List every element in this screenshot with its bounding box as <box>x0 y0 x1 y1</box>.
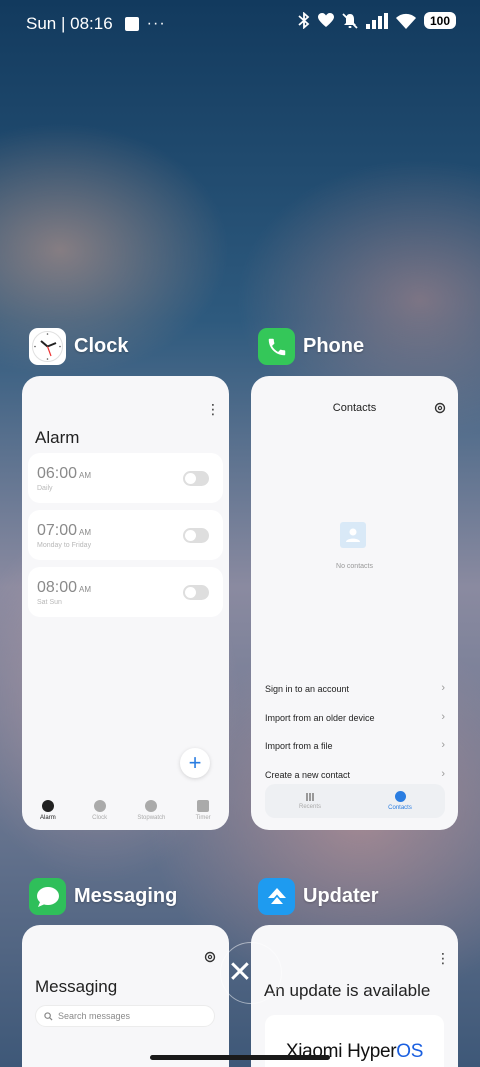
signal-icon <box>366 12 388 29</box>
wifi-icon <box>396 13 416 29</box>
updater-app-label[interactable]: Updater <box>258 878 379 915</box>
more-notifications-icon: ··· <box>146 15 166 32</box>
messaging-app-card[interactable]: Messaging Search messages <box>22 925 229 1067</box>
dialpad-icon <box>306 792 314 801</box>
mute-bell-icon <box>342 12 358 29</box>
chevron-right-icon: › <box>441 711 445 723</box>
timer-icon <box>197 800 210 812</box>
heart-icon <box>318 13 334 27</box>
alarm-item: 06:00 AM Daily <box>28 453 223 503</box>
status-bar: Sun | 08:16 ··· 100 <box>0 0 480 46</box>
nav-contacts: Contacts <box>355 784 445 818</box>
home-indicator[interactable] <box>150 1055 330 1060</box>
update-available-title: An update is available <box>264 981 431 1000</box>
updater-app-card[interactable]: ⋮ An update is available Xiaomi HyperOS <box>251 925 458 1067</box>
messaging-app-name: Messaging <box>74 885 178 907</box>
chevron-right-icon: › <box>441 768 445 780</box>
alarm-item: 07:00 AM Monday to Friday <box>28 510 223 560</box>
search-icon <box>44 1011 53 1021</box>
alarm-repeat: Daily <box>37 485 53 492</box>
contacts-screen-title: Contacts <box>332 402 377 414</box>
alarm-toggle <box>183 471 209 486</box>
phone-app-label[interactable]: Phone <box>258 328 364 365</box>
nav-clock: Clock <box>74 800 126 821</box>
nav-recents: Recents <box>265 784 355 818</box>
alarm-time: 07:00 <box>37 522 78 539</box>
updater-app-icon <box>258 878 295 915</box>
empty-contacts-icon <box>340 522 366 548</box>
alarm-item: 08:00 AM Sat Sun <box>28 567 223 617</box>
messaging-app-icon <box>29 878 66 915</box>
nav-alarm: Alarm <box>22 800 74 821</box>
messaging-screen-title: Messaging <box>35 977 118 996</box>
nav-timer: Timer <box>177 800 229 821</box>
clock-app-icon <box>29 328 66 365</box>
screen-record-icon <box>124 17 139 31</box>
nav-stopwatch: Stopwatch <box>126 800 178 821</box>
updater-app-name: Updater <box>303 885 379 907</box>
alarm-repeat: Sat Sun <box>37 599 62 606</box>
phone-app-card[interactable]: Contacts No contacts Sign in to an accou… <box>251 376 458 830</box>
clock-bottom-nav: Alarm Clock Stopwatch Timer <box>22 800 229 821</box>
search-placeholder: Search messages <box>58 1011 131 1021</box>
battery-icon: 100 <box>424 12 456 29</box>
create-contact-item: Create a new contact › <box>265 768 445 780</box>
alarm-ampm: AM <box>79 528 92 537</box>
add-alarm-button: + <box>180 748 210 778</box>
phone-bottom-nav: Recents Contacts <box>265 784 445 818</box>
clock-app-card[interactable]: ⋮ Alarm 06:00 AM Daily 07:00 AM Monday to … <box>22 376 229 830</box>
chevron-right-icon: › <box>441 739 445 751</box>
clock-icon <box>93 800 106 812</box>
contacts-icon <box>394 791 406 802</box>
alarm-screen-title: Alarm <box>35 428 80 447</box>
more-options-icon: ⋮ <box>436 950 450 966</box>
status-time: Sun | 08:16 <box>26 14 113 33</box>
settings-gear-icon <box>434 402 446 414</box>
sign-in-account-item: Sign in to an account › <box>265 682 445 694</box>
alarm-icon <box>41 800 54 812</box>
import-file-item: Import from a file › <box>265 739 445 751</box>
close-all-button[interactable]: ✕ <box>215 942 265 1002</box>
phone-app-name: Phone <box>303 335 365 357</box>
more-options-icon: ⋮ <box>206 401 220 417</box>
phone-app-icon <box>258 328 295 365</box>
alarm-toggle <box>183 528 209 543</box>
alarm-time: 06:00 <box>37 465 78 482</box>
stopwatch-icon <box>145 800 158 812</box>
import-older-device-item: Import from an older device › <box>265 711 445 723</box>
search-messages-field: Search messages <box>35 1005 215 1027</box>
alarm-time: 08:00 <box>37 579 78 596</box>
alarm-toggle <box>183 585 209 600</box>
clock-app-label[interactable]: Clock <box>29 328 128 365</box>
alarm-repeat: Monday to Friday <box>37 542 92 549</box>
clock-app-name: Clock <box>74 335 129 357</box>
no-contacts-text: No contacts <box>336 563 373 570</box>
alarm-ampm: AM <box>79 471 92 480</box>
messaging-app-label[interactable]: Messaging <box>29 878 177 915</box>
chevron-right-icon: › <box>441 682 445 694</box>
bluetooth-icon <box>298 12 310 29</box>
alarm-ampm: AM <box>79 585 92 594</box>
